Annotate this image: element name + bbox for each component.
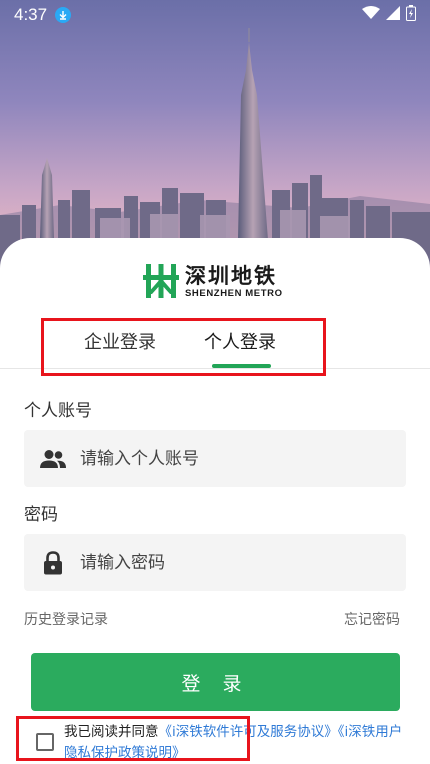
password-field[interactable] (24, 534, 406, 591)
download-icon (55, 7, 72, 23)
tabs-divider (0, 368, 430, 369)
account-input[interactable] (80, 448, 380, 469)
license-agreement-link[interactable]: 《i深铁软件许可及服务协议》 (159, 724, 338, 740)
agreement-text: 我已阅读并同意《i深铁软件许可及服务协议》《i深铁用户隐私保护政策说明》 (64, 722, 404, 764)
password-input[interactable] (80, 552, 380, 573)
tab-enterprise-login[interactable]: 企业登录 (84, 328, 156, 354)
brand-name-cn: 深圳地铁 (185, 263, 277, 288)
wifi-icon (362, 5, 380, 25)
status-time: 4:37 (14, 5, 48, 24)
agreement-row: 我已阅读并同意《i深铁软件许可及服务协议》《i深铁用户隐私保护政策说明》 (34, 722, 404, 762)
login-tabs: 企业登录 个人登录 (0, 318, 430, 370)
agreement-checkbox[interactable] (36, 733, 54, 751)
password-label: 密码 (24, 505, 58, 525)
tab-personal-login[interactable]: 个人登录 (204, 328, 276, 354)
status-bar: 4:37 (0, 0, 430, 30)
brand-name-en: SHENZHEN METRO (185, 287, 283, 299)
lock-icon (40, 550, 66, 576)
account-field[interactable] (24, 430, 406, 487)
login-button[interactable]: 登 录 (31, 653, 400, 711)
users-icon (40, 446, 66, 472)
battery-icon (406, 4, 416, 26)
metro-logo-icon (143, 264, 179, 298)
signal-icon (386, 5, 400, 25)
history-login-link[interactable]: 历史登录记录 (24, 609, 108, 629)
account-label: 个人账号 (24, 401, 92, 421)
agreement-prefix: 我已阅读并同意 (64, 724, 159, 740)
shenzhen-metro-logo: 深圳地铁 SHENZHEN METRO (143, 262, 293, 300)
forgot-password-link[interactable]: 忘记密码 (344, 609, 400, 629)
